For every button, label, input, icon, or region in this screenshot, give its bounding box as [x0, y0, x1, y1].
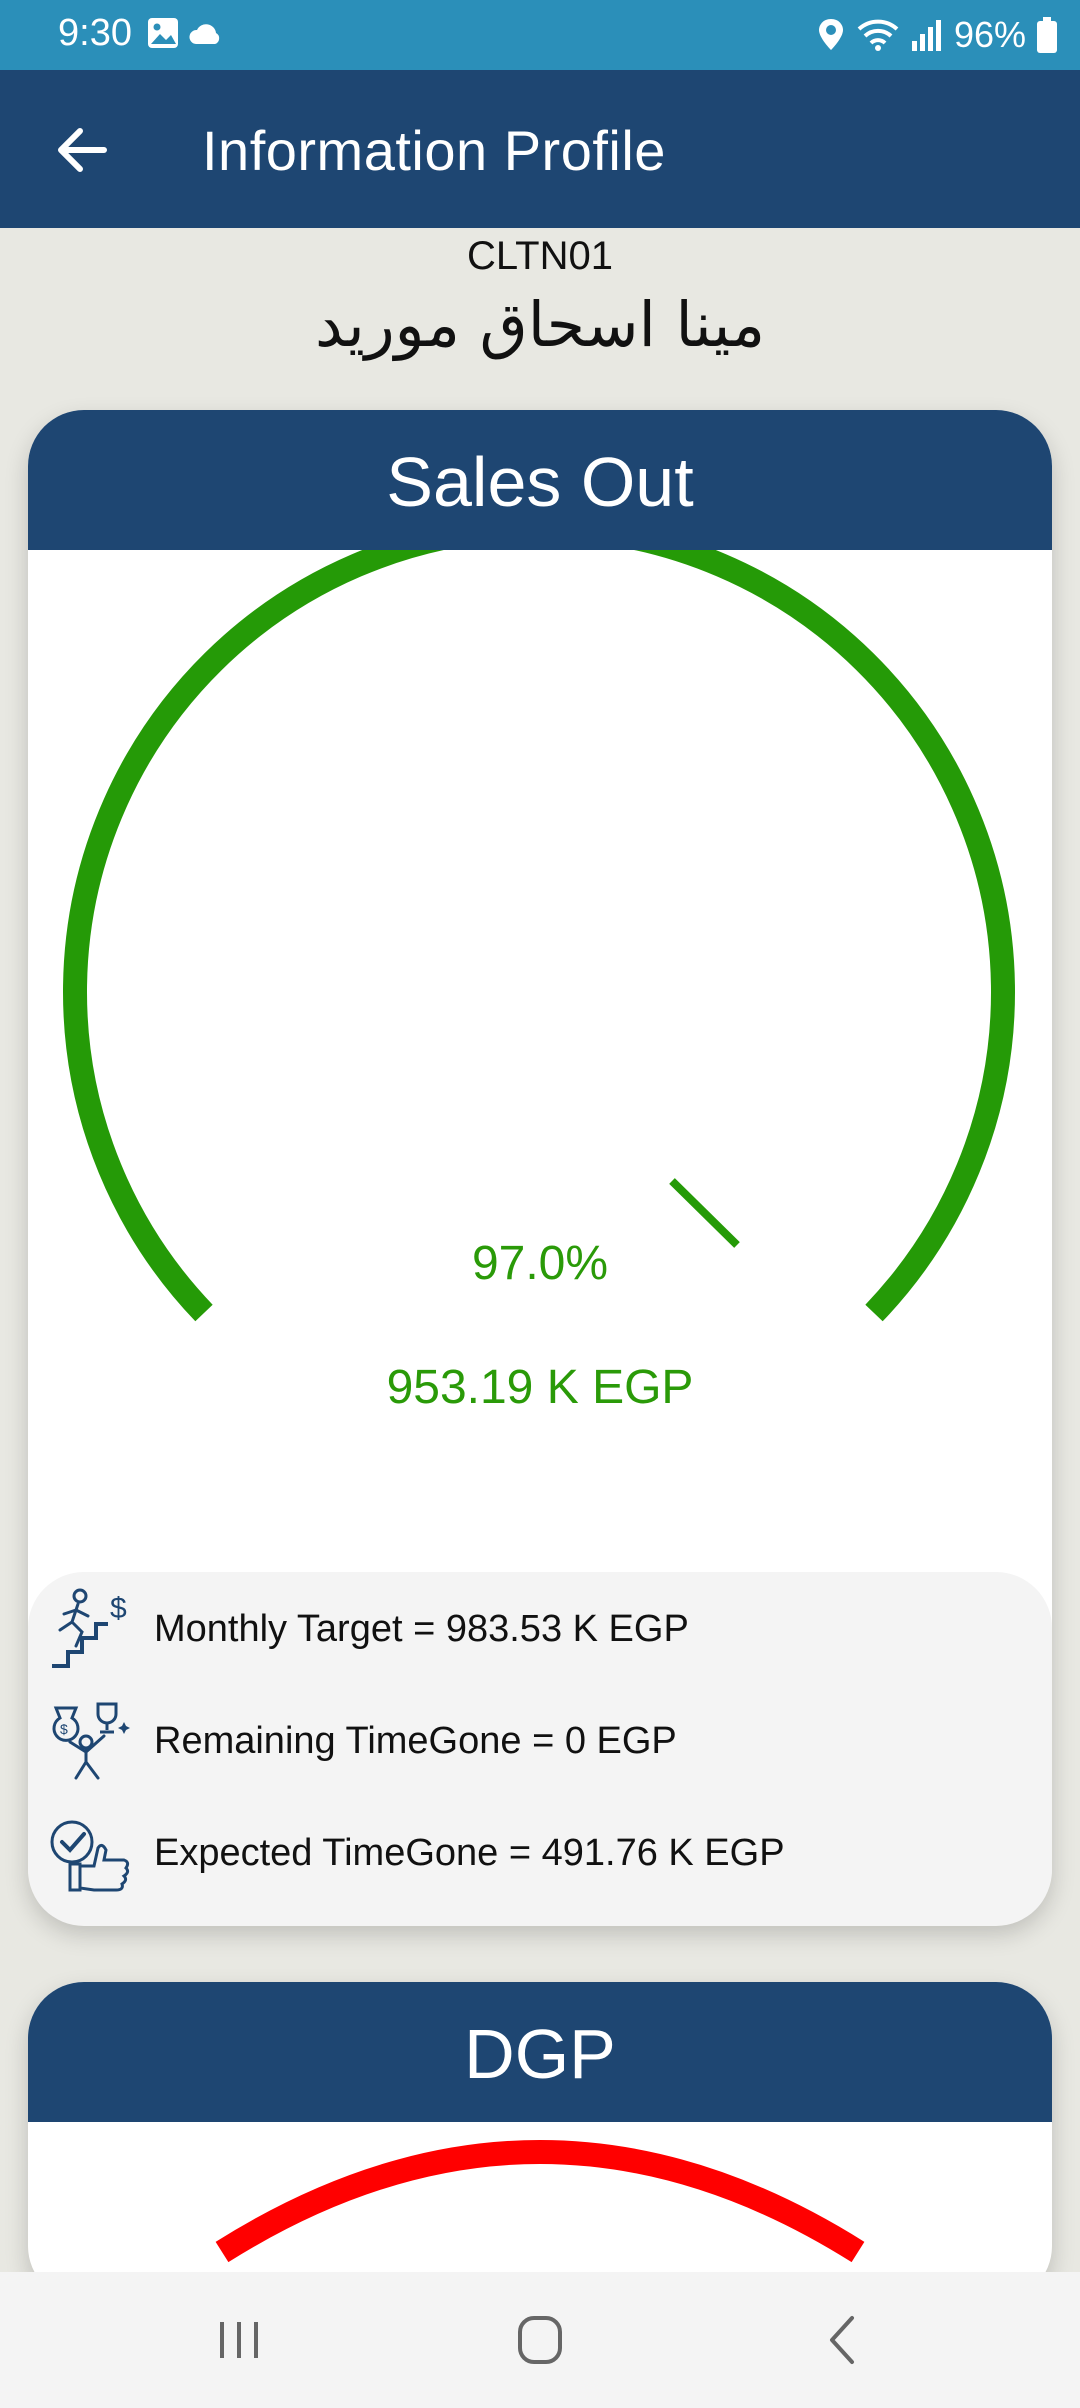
- image-icon: [148, 18, 220, 48]
- client-name: مينا اسحاق موريد: [314, 288, 766, 361]
- arrow-left-icon[interactable]: [52, 120, 112, 180]
- battery-percent: 96%: [953, 14, 1026, 55]
- status-right-icons: 96%: [816, 14, 1058, 56]
- back-icon[interactable]: [808, 2312, 878, 2368]
- dgp-card: DGP: [28, 1982, 1052, 2302]
- system-nav-bar: [0, 2272, 1080, 2408]
- home-icon[interactable]: [505, 2312, 575, 2368]
- thumbs-up-check-icon: [42, 1808, 140, 1898]
- dgp-title: DGP: [28, 1982, 1052, 2122]
- cloud-icon: [189, 24, 220, 44]
- expected-timegone-text: Expected TimeGone = 491.76 K EGP: [154, 1831, 785, 1874]
- wifi-icon: [857, 19, 899, 51]
- gauge-amount: 953.19 K EGP: [386, 1361, 694, 1414]
- sales-out-title: Sales Out: [28, 410, 1052, 550]
- svg-text:$: $: [60, 1721, 68, 1737]
- remaining-timegone-row: $ Remaining TimeGone = 0 EGP: [28, 1696, 677, 1786]
- page-title: Information Profile: [202, 119, 666, 182]
- stairs-runner-dollar-icon: $: [42, 1584, 140, 1674]
- expected-timegone-row: Expected TimeGone = 491.76 K EGP: [28, 1808, 785, 1898]
- signal-icon: [911, 20, 941, 51]
- location-icon: [818, 19, 843, 50]
- svg-text:$: $: [110, 1592, 127, 1625]
- gauge-percent: 97.0%: [471, 1237, 609, 1290]
- client-code: CLTN01: [467, 234, 613, 278]
- status-left-icons: [146, 16, 226, 57]
- app-bar: Information Profile: [0, 70, 1080, 228]
- remaining-timegone-text: Remaining TimeGone = 0 EGP: [154, 1719, 677, 1762]
- dgp-gauge-arc: [215, 2140, 865, 2263]
- status-bar: 9:30 96%: [0, 0, 1080, 70]
- sales-out-details: $ Monthly Target = 983.53 K EGP $ Remain…: [28, 1572, 1052, 1926]
- money-trophy-icon: $: [42, 1696, 140, 1786]
- monthly-target-text: Monthly Target = 983.53 K EGP: [154, 1607, 689, 1650]
- gauge-arc: [63, 550, 1015, 1322]
- recents-icon[interactable]: [204, 2312, 274, 2368]
- status-time: 9:30: [58, 12, 132, 54]
- battery-icon: [1037, 17, 1057, 53]
- monthly-target-row: $ Monthly Target = 983.53 K EGP: [28, 1584, 689, 1674]
